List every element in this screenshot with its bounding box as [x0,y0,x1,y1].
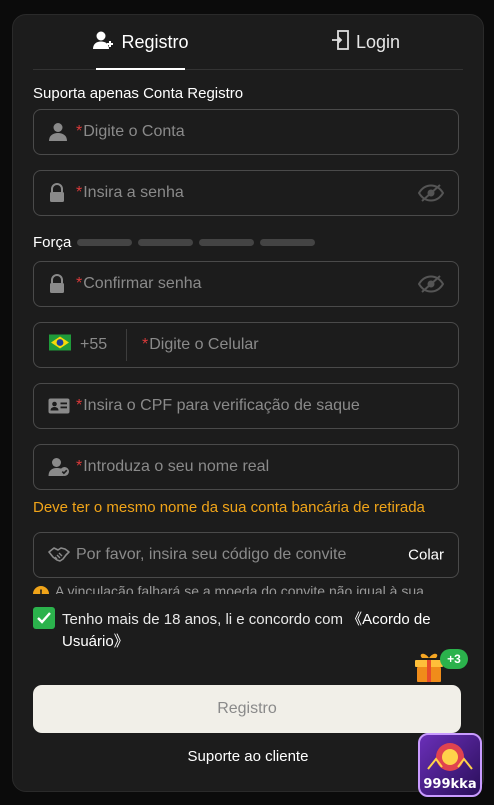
strength-bar [138,239,194,246]
phone-field[interactable]: +55 *Digite o Celular [33,322,459,368]
account-field[interactable]: *Digite o Conta [33,109,459,155]
lock-icon [48,183,66,203]
tab-register-label: Registro [121,31,189,52]
phone-placeholder: *Digite o Celular [142,336,259,353]
password-placeholder: *Insira a senha [76,184,184,201]
password-field[interactable]: *Insira a senha [33,170,459,216]
strength-bar [199,239,255,246]
app-logo[interactable]: 999kka [418,733,482,797]
user-add-icon [92,30,121,55]
invite-note: ! A vinculação falhará se a moeda do conv… [33,583,459,594]
eye-off-icon[interactable] [418,184,444,202]
register-submit-button[interactable]: Registro [33,685,461,733]
invite-code-field[interactable]: Por favor, insira seu código de convite … [33,532,459,578]
tab-register[interactable]: Registro [78,15,203,70]
real-name-placeholder: *Introduza o seu nome real [76,458,270,475]
id-card-icon [48,398,70,414]
form-subtitle: Suporta apenas Conta Registro [33,85,244,102]
logo-text: 999kka [423,777,477,792]
auth-tabs: Registro Login [33,15,463,70]
login-door-icon [331,29,356,55]
handshake-icon [48,546,70,564]
confirm-password-field[interactable]: *Confirmar senha [33,261,459,307]
user-icon [48,122,68,142]
invite-placeholder: Por favor, insira seu código de convite [76,546,347,563]
confirm-placeholder: *Confirmar senha [76,275,202,292]
strength-label: Força [33,234,72,251]
strength-bar [260,239,316,246]
gift-badge: +3 [440,649,468,669]
strength-bar [77,239,133,246]
country-code[interactable]: +55 [80,336,107,354]
real-name-field[interactable]: *Introduza o seu nome real [33,444,459,490]
cpf-field[interactable]: *Insira o CPF para verificação de saque [33,383,459,429]
tab-login-label: Login [355,31,401,52]
cpf-placeholder: *Insira o CPF para verificação de saque [76,397,360,414]
paste-button[interactable]: Colar [408,547,444,564]
account-placeholder: *Digite o Conta [76,123,185,140]
agree-checkbox[interactable] [33,607,55,629]
name-warning: Deve ter o mesmo nome da sua conta bancá… [33,499,425,516]
brazil-flag-icon[interactable] [49,334,71,356]
agreement-text: Tenho mais de 18 anos, li e concordo com… [62,611,431,650]
info-icon: ! [33,586,49,594]
eye-off-icon[interactable] [418,275,444,293]
divider [126,329,127,361]
customer-support-link[interactable]: Suporte ao cliente [13,748,483,765]
password-strength: Força [33,234,321,251]
user-check-icon [48,457,70,477]
tab-login[interactable]: Login [303,15,428,69]
lock-icon [48,274,66,294]
